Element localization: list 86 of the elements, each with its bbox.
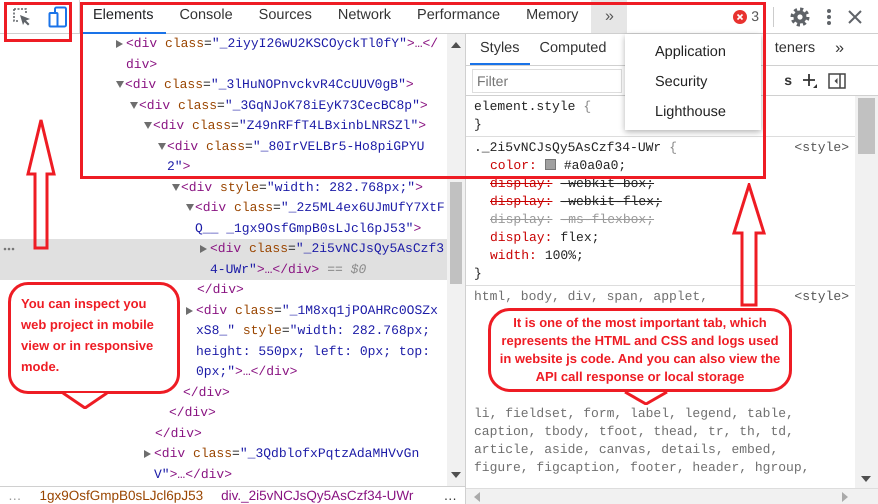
property-value[interactable]: #a0a0a0; (564, 158, 626, 173)
triangle-icon[interactable] (130, 102, 138, 108)
triangle-icon[interactable] (116, 81, 124, 88)
code-line[interactable]: <div style="width: 282.768px;"> (181, 178, 446, 198)
ellipsis-text[interactable]: … (444, 487, 465, 504)
code-line[interactable]: <div class="_2iyyI26wU2KSCOyckTl0fY">…</div> (126, 34, 446, 75)
selector-line: figure, figcaption, footer, header, hgroup, (474, 459, 810, 477)
triangle-icon[interactable] (116, 40, 123, 48)
code-line[interactable]: <div class="_3QdblofxPqtzAdaMHVvGnV">…</div> (154, 444, 446, 485)
css-selector: ._2i5vNCJsQy5AsCzf34-UWr { (474, 139, 678, 157)
scroll-down-icon[interactable] (451, 472, 462, 478)
breadcrumb[interactable]: div._2i5vNCJsQy5AsCzf34-UWr (221, 487, 414, 504)
breadcrumb[interactable]: 1gx9OsfGmpB0sLJcl6pJ53 (40, 487, 204, 504)
callout: You can inspect you web project in mobile view or in responsive mode. (8, 282, 180, 394)
property-name[interactable]: display: (490, 230, 552, 245)
menu-item[interactable]: Application (625, 37, 761, 67)
filter-field[interactable]: Filter (472, 68, 622, 92)
device-toolbar-icon[interactable] (48, 6, 68, 28)
code-line[interactable]: <div class="_1M8xq1jPOAHRc0OSZxxS8_" style="width: 282.768px; height: 550px; left: 0px; top: 0px;">…</div> (196, 300, 446, 382)
css-selector: element.style { (474, 98, 592, 116)
color-swatch[interactable] (544, 159, 556, 170)
property-value[interactable]: -webkit-box; (560, 176, 654, 191)
callout-tail (624, 392, 668, 405)
property-value[interactable]: 100%; (544, 248, 584, 263)
tab[interactable]: Console (166, 0, 246, 34)
code-line[interactable]: <div class="_2i5vNCJsQy5AsCzf34-UWr">…</div> == $0 (210, 239, 446, 280)
highlight-frame (4, 2, 72, 42)
menu-item[interactable]: Security (625, 67, 761, 97)
triangle-icon[interactable] (144, 122, 152, 129)
property-name[interactable]: color: (490, 158, 537, 173)
triangle-icon[interactable] (144, 450, 151, 458)
error-icon (733, 10, 748, 24)
close-icon[interactable] (848, 10, 862, 24)
selector-line: html, body, div, span, applet, (474, 288, 708, 306)
settings-icon[interactable] (790, 6, 810, 26)
callout-tail (62, 393, 108, 409)
filter-toggle[interactable]: s (784, 70, 792, 91)
scroll-thumb[interactable] (858, 98, 875, 154)
scroll-thumb[interactable] (450, 182, 462, 284)
property-name[interactable]: display: (490, 194, 552, 209)
more-tabs-button[interactable]: » (591, 0, 628, 33)
tab[interactable]: Network (324, 0, 404, 34)
tab[interactable]: Styles (470, 34, 530, 65)
closing-brace: } (474, 116, 483, 134)
error-count-button[interactable]: 3 (727, 0, 765, 33)
code-line[interactable]: <div class="Z49nRFfT4LBxinbLNRSZl"> (153, 116, 446, 136)
code-line: </div> (155, 424, 202, 442)
selected-row-highlight[interactable]: <div class="_2i5vNCJsQy5AsCzf34-UWr">…</div> == $0 (0, 239, 448, 280)
source-link[interactable]: <style> (794, 139, 849, 157)
property-name[interactable]: display: (490, 176, 552, 191)
code-line[interactable]: <div class="_80IrVELBr5-Ho8piGPYU2"> (167, 136, 446, 178)
triangle-icon[interactable] (172, 184, 180, 190)
property-name[interactable]: width: (490, 248, 537, 263)
tab[interactable]: teners (764, 34, 826, 65)
scrollbar[interactable] (855, 96, 878, 488)
code-line[interactable]: <div class="_3lHuNOPnvckvR4CcUUV0gB"> (125, 75, 446, 96)
tab[interactable]: Performance (404, 0, 514, 34)
inspect-icon[interactable] (12, 6, 32, 26)
selector-line: caption, tbody, tfoot, thead, tr, th, td, (474, 423, 794, 441)
more-icon[interactable] (3, 247, 15, 251)
property-value[interactable]: -webkit-flex; (560, 194, 662, 209)
code-line: </div> (169, 404, 216, 422)
add-rule-icon[interactable] (802, 72, 818, 88)
scroll-up-icon[interactable] (451, 42, 462, 48)
source-link[interactable]: <style> (794, 288, 849, 306)
tab[interactable]: Elements (80, 0, 166, 34)
code-line[interactable]: <div class="_2z5ML4ex6UJmUfY7XtFQ__ _1gx9OsfGmpB0sLJcl6pJ53"> (195, 198, 446, 239)
scrollbar[interactable] (447, 34, 465, 486)
more-tabs-button[interactable]: » (825, 34, 854, 65)
menu-item[interactable]: Lighthouse (625, 97, 761, 127)
tab[interactable]: Sources (246, 0, 325, 34)
tab[interactable]: Computed (530, 34, 616, 65)
tab[interactable]: Memory (513, 0, 592, 34)
code-line: </div> (183, 384, 230, 402)
code-line[interactable]: <div class="_3GqNJoK78iEyK73CecBC8p"> (139, 96, 446, 116)
more-options-icon[interactable] (826, 8, 832, 26)
selector-line: article, aside, canvas, details, embed, (474, 441, 778, 459)
scroll-down-icon[interactable] (861, 476, 871, 482)
triangle-icon[interactable] (186, 204, 194, 211)
triangle-icon[interactable] (158, 142, 166, 150)
code-line: </div> (197, 281, 244, 299)
closing-brace: } (474, 265, 483, 283)
sidebar-toggle-icon[interactable] (828, 72, 846, 88)
selector-line: li, fieldset, form, label, legend, table, (474, 405, 794, 423)
property-value[interactable]: flex; (560, 230, 600, 245)
triangle-icon[interactable] (200, 245, 207, 253)
